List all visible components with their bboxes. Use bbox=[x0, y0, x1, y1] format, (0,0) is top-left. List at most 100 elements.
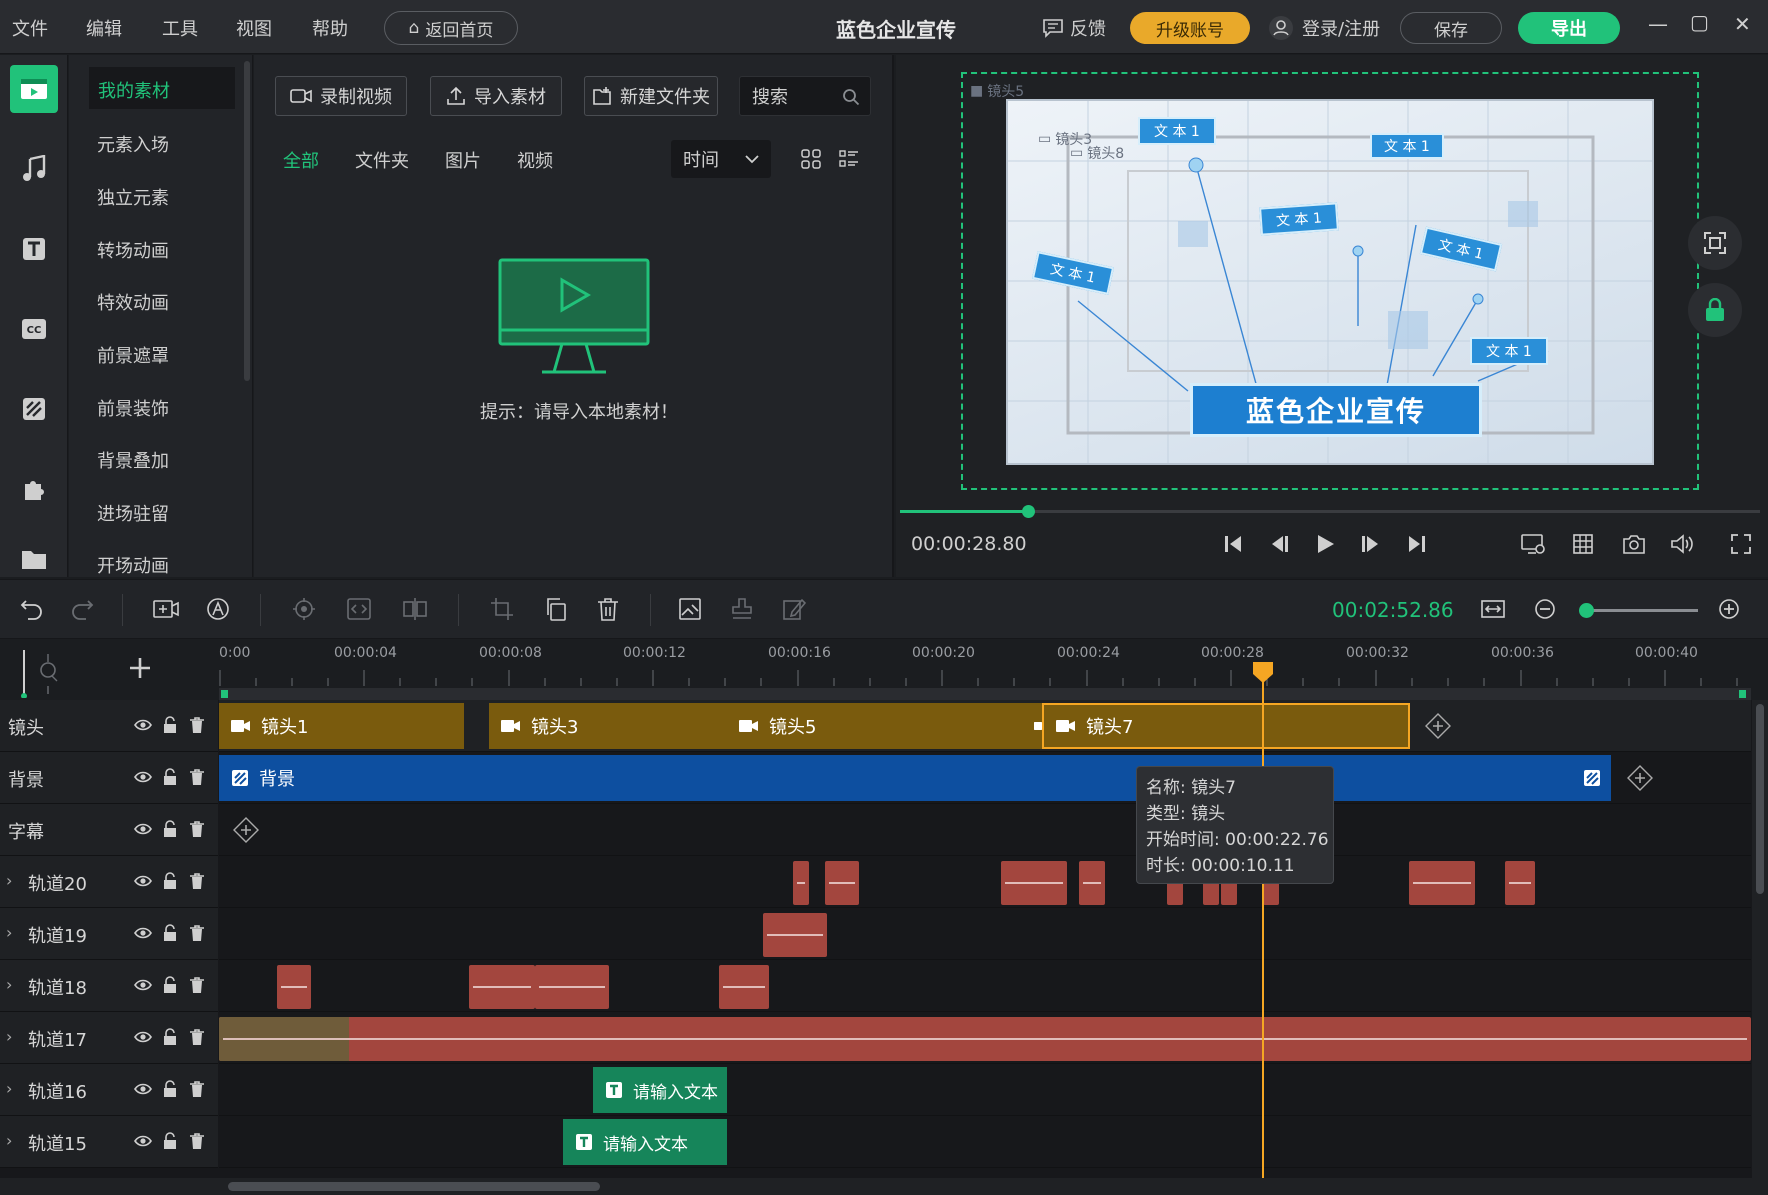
vertical-scroll-thumb[interactable] bbox=[1756, 704, 1764, 894]
prev-frame-icon[interactable] bbox=[1268, 533, 1290, 555]
import-media-button[interactable]: 导入素材 bbox=[430, 76, 562, 116]
audio-clip[interactable] bbox=[219, 1017, 1751, 1061]
stamp-icon[interactable] bbox=[730, 597, 754, 621]
canvas-text-label[interactable]: 文 本 1 bbox=[1470, 337, 1548, 365]
record-video-button[interactable]: 录制视频 bbox=[275, 76, 407, 116]
close-icon[interactable]: ✕ bbox=[1734, 12, 1751, 36]
category-element-entrance[interactable]: 元素入场 bbox=[97, 131, 169, 157]
eye-icon[interactable] bbox=[134, 924, 152, 942]
category-foreground-decoration[interactable]: 前景装饰 bbox=[97, 395, 169, 421]
search-input[interactable]: 搜索 bbox=[739, 76, 871, 116]
category-opening[interactable]: 开场动画 bbox=[97, 552, 169, 577]
next-frame-icon[interactable] bbox=[1360, 533, 1382, 555]
audio-clip[interactable] bbox=[535, 965, 609, 1009]
trash-icon[interactable] bbox=[188, 716, 206, 734]
caption-icon[interactable]: CC bbox=[10, 305, 58, 353]
audio-clip[interactable] bbox=[793, 861, 809, 905]
canvas-text-label[interactable]: 文 本 1 bbox=[1370, 133, 1444, 159]
volume-icon[interactable] bbox=[1670, 533, 1694, 555]
audio-clip[interactable] bbox=[1505, 861, 1535, 905]
minimize-icon[interactable]: — bbox=[1648, 12, 1668, 36]
category-scrollbar[interactable] bbox=[244, 61, 250, 381]
fit-screen-icon[interactable] bbox=[1688, 216, 1742, 270]
split-icon[interactable] bbox=[402, 597, 428, 621]
canvas-text-label[interactable]: 文 本 1 bbox=[1259, 202, 1339, 236]
audio-clip[interactable] bbox=[469, 965, 535, 1009]
preview-progress-track[interactable] bbox=[900, 505, 1760, 518]
add-track-icon[interactable] bbox=[128, 656, 152, 680]
trash-icon[interactable] bbox=[188, 976, 206, 994]
target-icon[interactable] bbox=[292, 597, 316, 621]
background-icon[interactable] bbox=[10, 385, 58, 433]
undo-icon[interactable] bbox=[20, 597, 44, 621]
text-clip[interactable]: 请输入文本 bbox=[563, 1119, 727, 1165]
lock-icon[interactable] bbox=[161, 1132, 179, 1150]
login-button[interactable]: 登录/注册 bbox=[1268, 15, 1380, 41]
eye-icon[interactable] bbox=[134, 768, 152, 786]
copy-icon[interactable] bbox=[544, 597, 568, 621]
lock-icon[interactable] bbox=[161, 716, 179, 734]
new-folder-button[interactable]: 新建文件夹 bbox=[584, 76, 718, 116]
edit-icon[interactable] bbox=[782, 597, 806, 621]
eye-icon[interactable] bbox=[134, 1028, 152, 1046]
camera-clip[interactable] bbox=[1022, 703, 1042, 749]
tab-folders[interactable]: 文件夹 bbox=[355, 147, 409, 173]
expand-chevron-icon[interactable]: › bbox=[6, 1131, 12, 1150]
search-icon[interactable] bbox=[842, 88, 860, 106]
folder-icon[interactable] bbox=[10, 535, 58, 583]
menu-help[interactable]: 帮助 bbox=[312, 15, 348, 41]
add-camera-icon[interactable] bbox=[152, 597, 180, 621]
fit-timeline-icon[interactable] bbox=[1480, 597, 1506, 621]
eye-icon[interactable] bbox=[134, 716, 152, 734]
trash-icon[interactable] bbox=[188, 768, 206, 786]
category-effect[interactable]: 特效动画 bbox=[97, 289, 169, 315]
fullscreen-icon[interactable] bbox=[1730, 533, 1752, 555]
playhead-line[interactable] bbox=[1262, 668, 1264, 1178]
expand-chevron-icon[interactable]: › bbox=[6, 871, 12, 890]
camera-clip[interactable]: 镜头1 bbox=[219, 703, 464, 749]
crop-icon[interactable] bbox=[490, 597, 514, 621]
camera-clip[interactable]: 镜头5 bbox=[727, 703, 1022, 749]
trash-icon[interactable] bbox=[188, 872, 206, 890]
lock-icon[interactable] bbox=[161, 924, 179, 942]
trash-icon[interactable] bbox=[188, 1080, 206, 1098]
skip-end-icon[interactable] bbox=[1406, 533, 1428, 555]
eye-icon[interactable] bbox=[134, 820, 152, 838]
media-library-icon[interactable] bbox=[10, 65, 58, 113]
upgrade-button[interactable]: 升级账号 bbox=[1130, 12, 1250, 44]
preview-canvas[interactable]: ▭ 镜头3 ▭ 镜头8 文 本 1 文 本 1 文 本 1 文 本 1 文 本 1 … bbox=[1006, 99, 1654, 465]
add-clip-icon[interactable] bbox=[1425, 713, 1451, 739]
lock-icon[interactable] bbox=[161, 820, 179, 838]
audio-clip[interactable] bbox=[1079, 861, 1105, 905]
trash-icon[interactable] bbox=[188, 1132, 206, 1150]
audio-clip[interactable] bbox=[763, 913, 827, 957]
sort-select[interactable]: 时间 bbox=[671, 140, 771, 178]
zoom-slider-track[interactable] bbox=[1580, 609, 1698, 612]
maximize-icon[interactable]: ▢ bbox=[1690, 10, 1709, 34]
eye-icon[interactable] bbox=[134, 1080, 152, 1098]
save-button[interactable]: 保存 bbox=[1400, 12, 1502, 44]
audio-clip[interactable] bbox=[277, 965, 311, 1009]
audio-clip[interactable] bbox=[719, 965, 769, 1009]
skip-start-icon[interactable] bbox=[1222, 533, 1244, 555]
export-button[interactable]: 导出 bbox=[1518, 12, 1620, 44]
expand-chevron-icon[interactable]: › bbox=[6, 1027, 12, 1046]
canvas-title-banner[interactable]: 蓝色企业宣传 bbox=[1190, 383, 1482, 437]
category-my-media[interactable]: 我的素材 bbox=[89, 67, 235, 109]
add-clip-icon[interactable] bbox=[1627, 765, 1653, 791]
music-icon[interactable] bbox=[10, 145, 58, 193]
expand-chevron-icon[interactable]: › bbox=[6, 975, 12, 994]
trash-icon[interactable] bbox=[188, 820, 206, 838]
camera-clip-selected[interactable]: 镜头7 bbox=[1042, 703, 1410, 749]
timeline-vertical-scrollbar[interactable] bbox=[1752, 700, 1768, 1178]
add-clip-icon[interactable] bbox=[233, 817, 259, 843]
plugin-icon[interactable] bbox=[10, 465, 58, 513]
category-independent-element[interactable]: 独立元素 bbox=[97, 184, 169, 210]
audio-clip[interactable] bbox=[1409, 861, 1475, 905]
menu-file[interactable]: 文件 bbox=[12, 15, 48, 41]
camera-clip[interactable]: 镜头3 bbox=[489, 703, 727, 749]
category-foreground-mask[interactable]: 前景遮罩 bbox=[97, 342, 169, 368]
playhead-handle[interactable] bbox=[1251, 660, 1275, 684]
screen-record-icon[interactable] bbox=[1520, 533, 1546, 555]
feedback-button[interactable]: 反馈 bbox=[1042, 15, 1106, 41]
